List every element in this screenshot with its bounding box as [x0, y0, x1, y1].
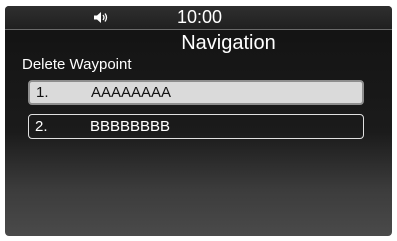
speaker-icon [94, 12, 108, 23]
section-label: Delete Waypoint [22, 56, 132, 73]
waypoint-item-1[interactable]: 1. AAAAAAAA [28, 80, 364, 105]
nav-screen: 10:00 Navigation Delete Waypoint 1. AAAA… [5, 6, 392, 236]
waypoint-name: AAAAAAAA [91, 84, 172, 101]
clock: 10:00 [177, 7, 223, 27]
waypoint-item-2[interactable]: 2. BBBBBBBB [28, 114, 364, 139]
status-bar: 10:00 [5, 6, 392, 30]
waypoint-number: 2. [35, 118, 48, 135]
waypoint-name: BBBBBBBB [90, 118, 171, 135]
page-title: Navigation [181, 32, 276, 54]
waypoint-number: 1. [36, 84, 49, 101]
